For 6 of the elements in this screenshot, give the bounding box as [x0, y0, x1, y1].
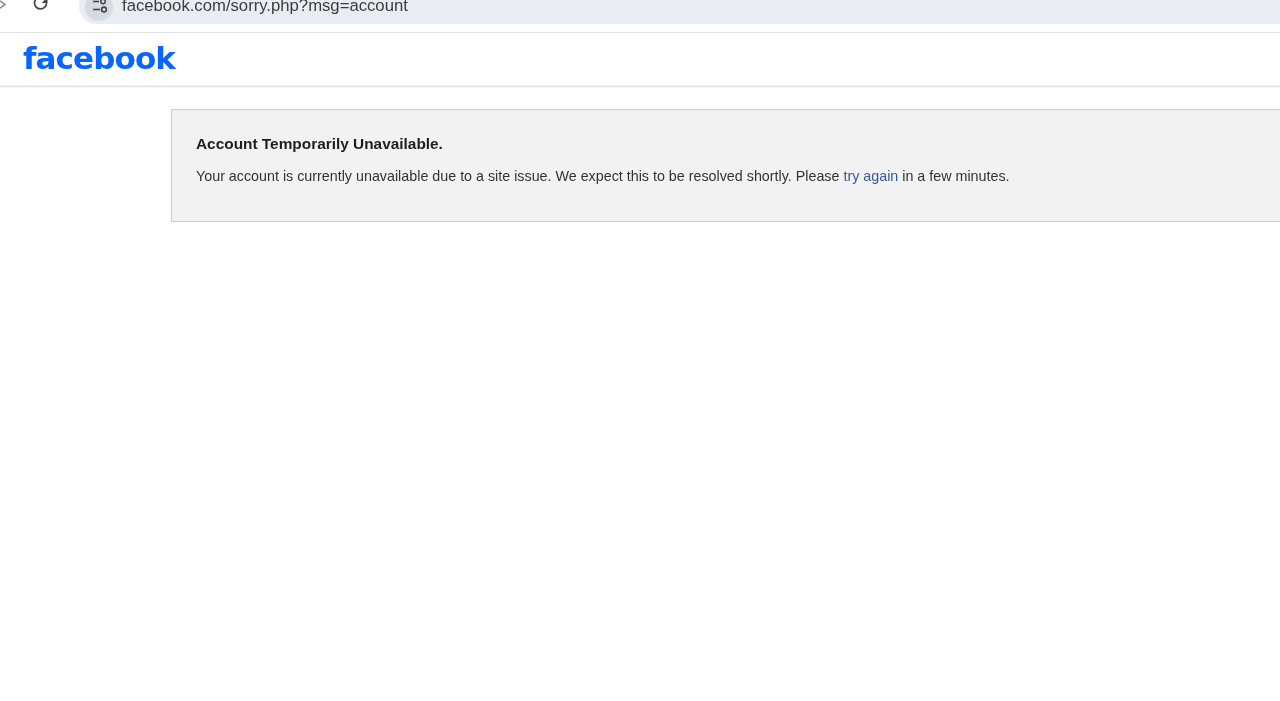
notice-message: Your account is currently unavailable due to a site issue. We expect this to be resolved shortly. Please try again in a few minutes. — [196, 167, 1011, 185]
reload-icon[interactable] — [33, 0, 49, 12]
sliders-icon[interactable] — [85, 0, 113, 21]
facebook-logo[interactable]: facebook — [23, 40, 175, 75]
notice-title: Account Temporarily Unavailable. — [196, 135, 444, 153]
try-again-link[interactable]: try again — [843, 168, 899, 184]
